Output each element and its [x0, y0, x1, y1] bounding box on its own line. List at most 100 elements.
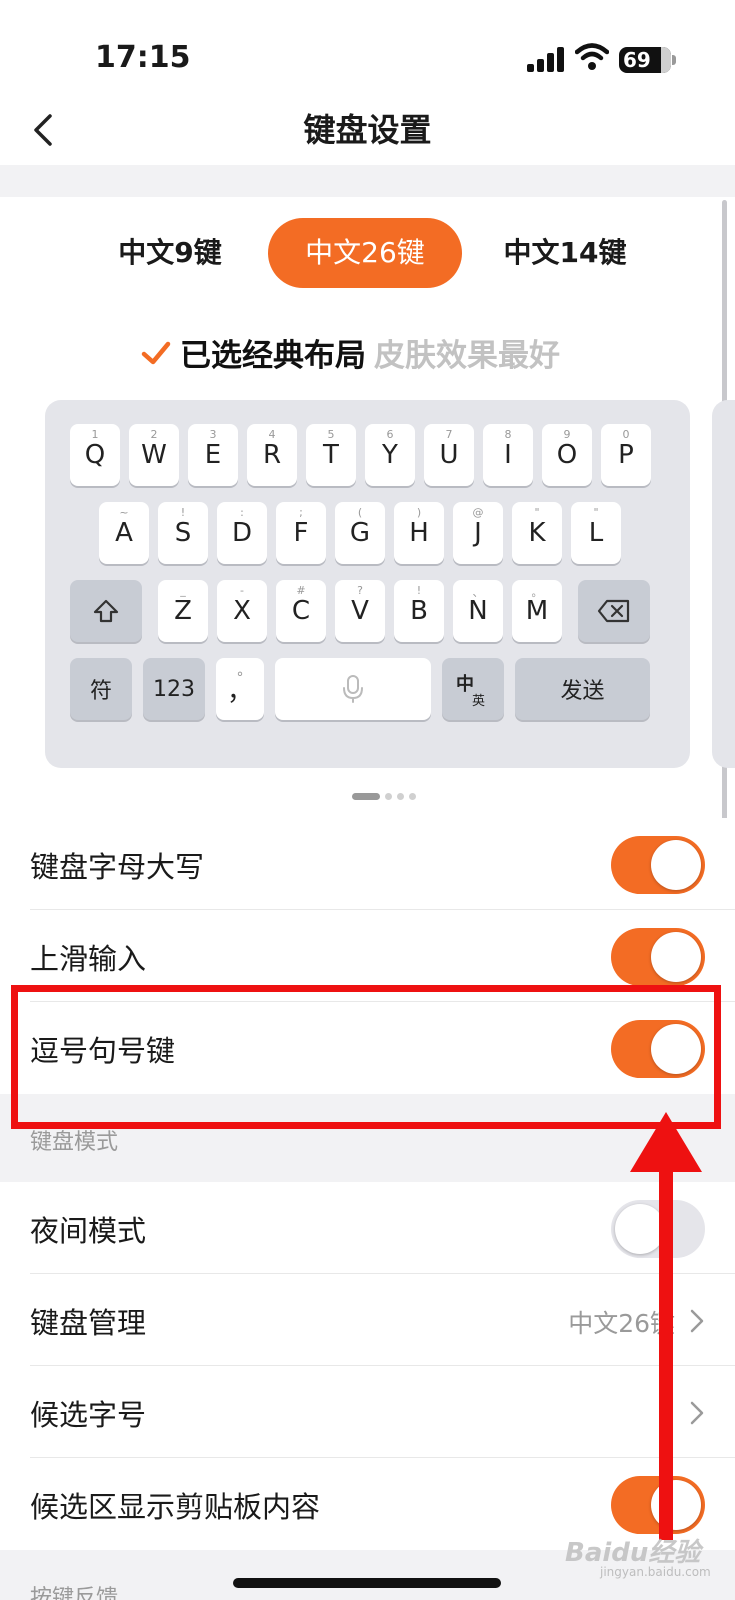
- tab-chinese-14[interactable]: 中文14键: [490, 218, 640, 288]
- keyboard-preview[interactable]: 1Q2W3E4R5T6Y7U8I9O0P ~ A! S: D; F(G) H @ J " K " L …: [45, 400, 690, 768]
- key-g: (G: [335, 502, 385, 564]
- layout-selected-text: 已选经典布局: [180, 338, 366, 374]
- page-title: 键盘设置: [303, 111, 432, 149]
- comma-key-hint: °: [236, 670, 244, 686]
- key-hint: 4: [268, 428, 276, 441]
- key-k: " K: [512, 502, 562, 564]
- key-label: O: [556, 440, 578, 470]
- key-label: Q: [84, 440, 106, 470]
- key-y: 6Y: [365, 424, 415, 486]
- caps-toggle[interactable]: [611, 836, 705, 894]
- delete-key: [578, 580, 650, 642]
- key-m: 。 M: [512, 580, 562, 642]
- setting-night-mode: 夜间模式: [0, 1182, 735, 1274]
- key-label: R: [262, 440, 282, 470]
- key-p: 0P: [601, 424, 651, 486]
- key-hint: 3: [209, 428, 217, 441]
- key-label: T: [323, 440, 339, 470]
- setting-caps-label: 键盘字母大写: [30, 850, 205, 884]
- microphone-icon: [343, 675, 363, 703]
- key-a: ~ A: [99, 502, 149, 564]
- clipboard-toggle[interactable]: [611, 1476, 705, 1534]
- symbol-key: 符: [70, 658, 132, 720]
- tab-chinese-26[interactable]: 中文26键: [268, 218, 462, 288]
- backspace-icon: [597, 599, 630, 623]
- key-label: M: [525, 596, 549, 626]
- key-hint: ?: [357, 584, 363, 597]
- key-f: ; F: [276, 502, 326, 564]
- key-e: 3E: [188, 424, 238, 486]
- space-key: [275, 658, 431, 720]
- key-label: N: [468, 596, 488, 626]
- next-keyboard-preview[interactable]: [712, 400, 735, 768]
- key-label: W: [141, 440, 167, 470]
- key-hint: 1: [91, 428, 99, 441]
- key-hint: 6: [386, 428, 394, 441]
- key-x: -X: [217, 580, 267, 642]
- home-indicator[interactable]: [233, 1578, 501, 1588]
- chevron-right-icon: [690, 1309, 704, 1333]
- key-hint: _: [180, 584, 186, 597]
- key-h: ) H: [394, 502, 444, 564]
- setting-night-mode-label: 夜间模式: [30, 1214, 147, 1248]
- layout-note-text: 皮肤效果最好: [374, 338, 560, 374]
- watermark: Baidu经验: [565, 1538, 701, 1568]
- key-label: E: [204, 440, 222, 470]
- key-j: @ J: [453, 502, 503, 564]
- key-hint: 9: [563, 428, 571, 441]
- key-label: J: [474, 518, 482, 548]
- key-label: Z: [174, 596, 192, 626]
- language-switch-key: 中 英: [442, 658, 504, 720]
- section-divider: [0, 165, 735, 197]
- key-r: 4R: [247, 424, 297, 486]
- key-label: B: [410, 596, 428, 626]
- key-hint: 2: [150, 428, 158, 441]
- key-hint: !: [416, 584, 422, 597]
- key-hint: 7: [445, 428, 453, 441]
- key-hint: -: [240, 584, 244, 597]
- key-label: H: [409, 518, 429, 548]
- send-key: 发送: [515, 658, 650, 720]
- key-label: K: [528, 518, 546, 548]
- page-indicator: [352, 793, 416, 800]
- key-label: D: [231, 518, 253, 548]
- setting-swipe-label: 上滑输入: [30, 942, 147, 976]
- key-z: _ Z: [158, 580, 208, 642]
- watermark-url: jingyan.baidu.com: [600, 1565, 711, 1579]
- lang-key-sub: 英: [472, 694, 486, 709]
- number-key: 123: [143, 658, 205, 720]
- checkmark-icon: [141, 341, 171, 364]
- battery-percent: 69: [623, 48, 651, 72]
- key-label: U: [439, 440, 459, 470]
- key-c: # C: [276, 580, 326, 642]
- nav-bar: 键盘设置: [0, 95, 735, 165]
- key-hint: (: [357, 506, 363, 519]
- key-label: G: [349, 518, 371, 548]
- swipe-input-toggle[interactable]: [611, 928, 705, 986]
- setting-candidate-font[interactable]: 候选字号: [0, 1366, 735, 1458]
- key-u: 7U: [424, 424, 474, 486]
- key-hint: ": [593, 506, 599, 519]
- key-hint: ): [416, 506, 422, 519]
- setting-candidate-font-label: 候选字号: [30, 1398, 147, 1432]
- key-v: ? V: [335, 580, 385, 642]
- annotation-arrow-shaft: [659, 1168, 673, 1540]
- key-label: S: [174, 518, 192, 548]
- setting-keyboard-manage-label: 键盘管理: [30, 1306, 147, 1340]
- key-label: C: [291, 596, 311, 626]
- key-label: I: [504, 440, 512, 470]
- section-label-key-feedback: 按键反馈: [30, 1586, 119, 1600]
- wifi-icon: [575, 43, 609, 70]
- annotation-arrow-head: [630, 1112, 702, 1172]
- setting-keyboard-manage[interactable]: 键盘管理 中文26键: [0, 1274, 735, 1366]
- key-b: ! B: [394, 580, 444, 642]
- cellular-signal-icon: [527, 46, 567, 72]
- key-w: 2W: [129, 424, 179, 486]
- key-hint: ~: [119, 506, 129, 519]
- key-label: L: [588, 518, 604, 548]
- key-hint: ;: [299, 506, 303, 519]
- key-hint: @: [472, 506, 484, 519]
- night-mode-toggle[interactable]: [611, 1200, 705, 1258]
- key-hint: ": [534, 506, 540, 519]
- tab-chinese-9[interactable]: 中文9键: [100, 218, 240, 288]
